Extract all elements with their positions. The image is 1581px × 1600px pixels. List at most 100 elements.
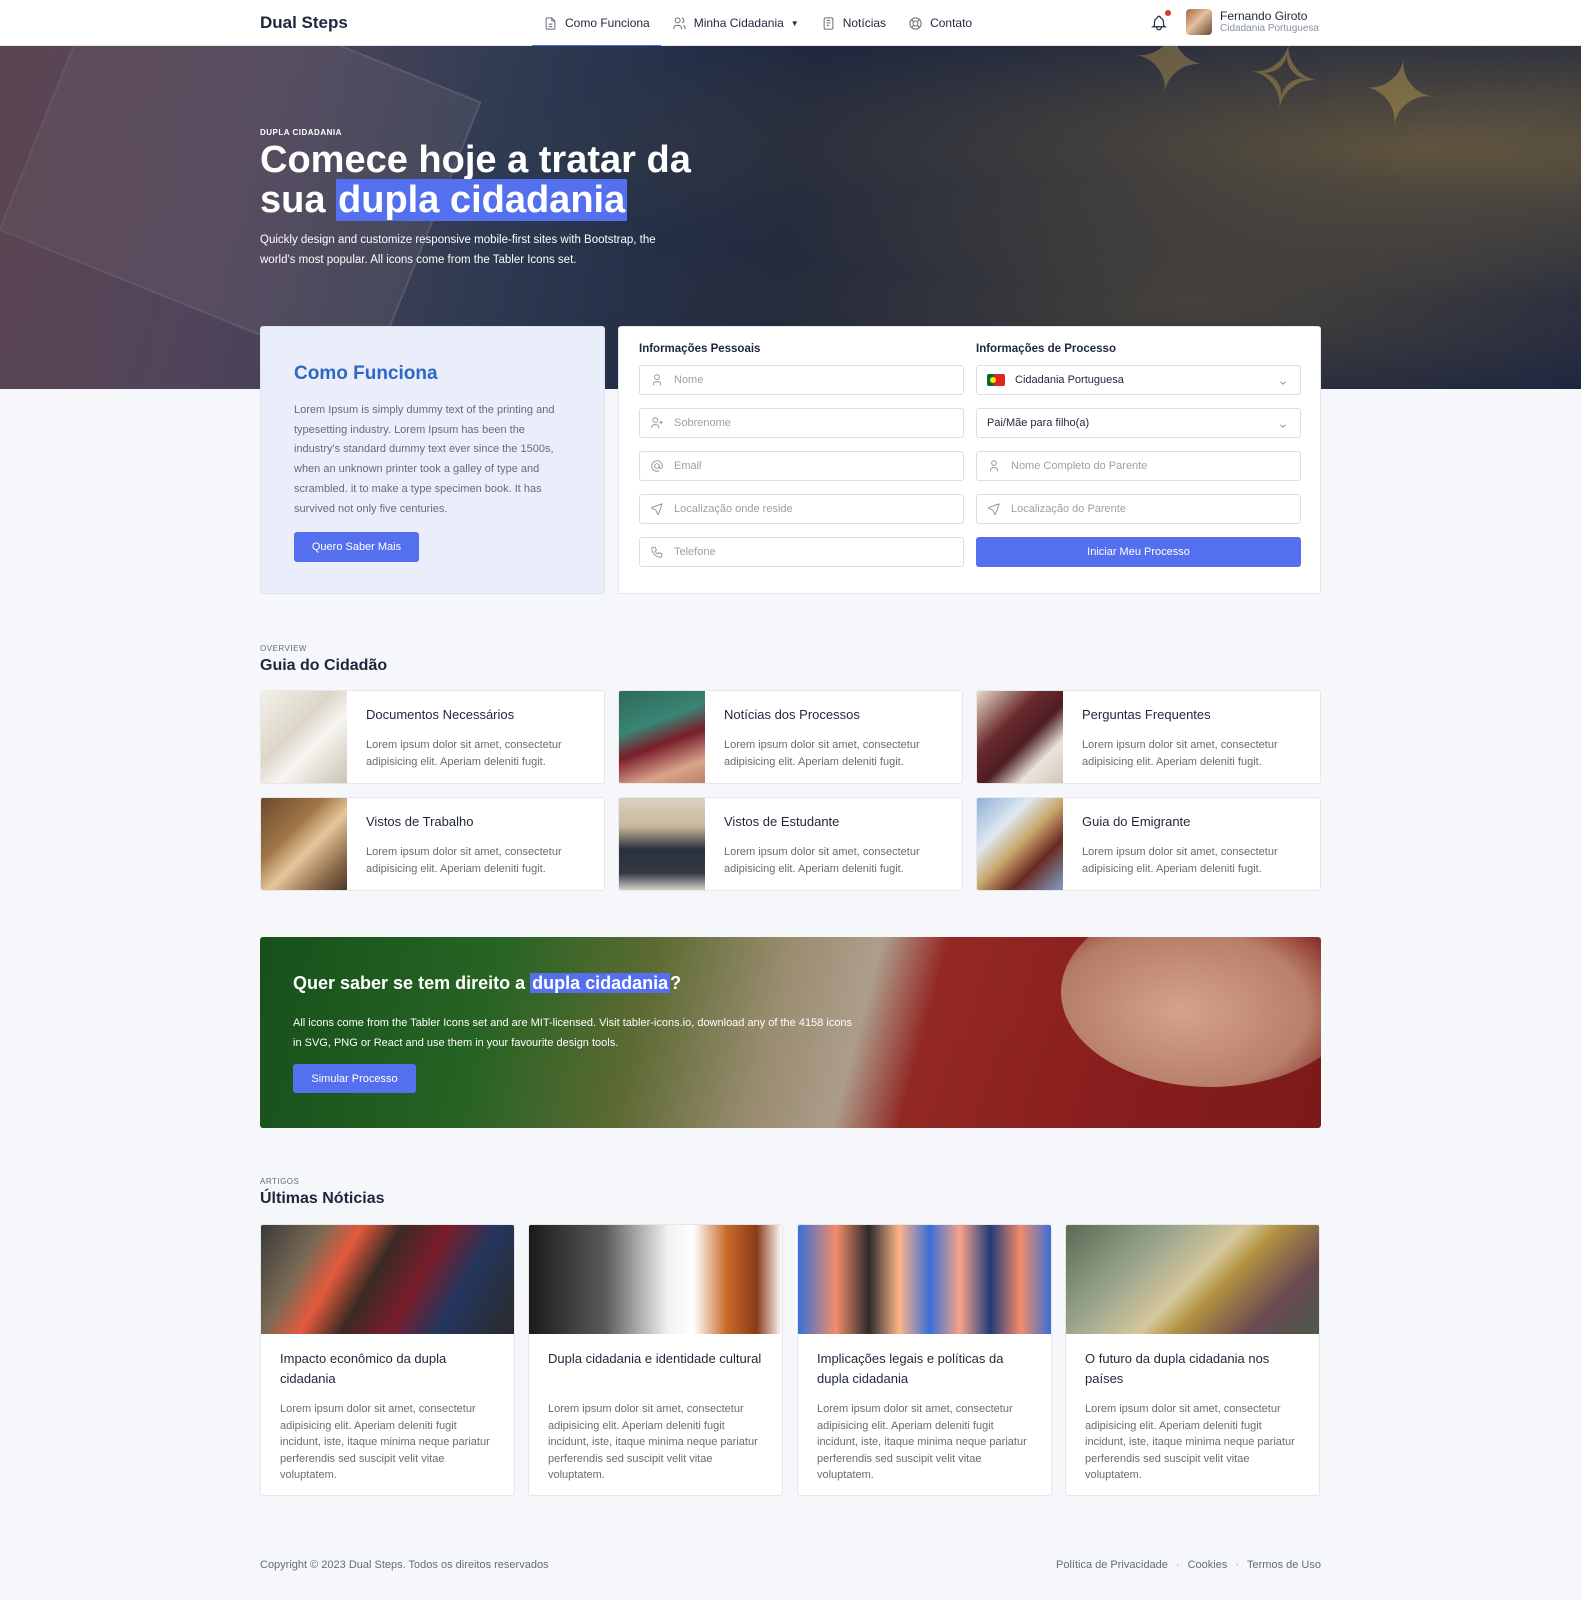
nome-input[interactable]: Nome (639, 365, 964, 395)
guide-card-text: Lorem ipsum dolor sit amet, consectetur … (366, 846, 562, 875)
news-card[interactable]: O futuro da dupla cidadania nos países L… (1065, 1224, 1320, 1496)
nav-contato[interactable]: Contato (897, 0, 983, 46)
documents-image (261, 691, 347, 783)
news-card-text: Lorem ipsum dolor sit amet, consectetur … (280, 1403, 490, 1481)
hero-title-highlight: dupla cidadania (336, 179, 628, 221)
guide-title: Guia do Cidadão (260, 657, 388, 674)
main-nav: Como Funciona Minha Cidadania ▼ Notícias… (532, 0, 983, 47)
hero-kicker: DUPLA CIDADANIA (260, 128, 342, 137)
nav-label: Contato (930, 16, 973, 30)
send-icon (651, 503, 663, 515)
crowd-illustration-image (798, 1225, 1051, 1334)
chevron-down-icon (1278, 375, 1288, 385)
guide-card-text: Lorem ipsum dolor sit amet, consectetur … (1082, 846, 1278, 875)
citizenship-select[interactable]: Cidadania Portuguesa (976, 365, 1301, 395)
nav-label: Notícias (842, 16, 887, 30)
nav-label: Minha Cidadania (693, 16, 784, 30)
news-card[interactable]: Dupla cidadania e identidade cultural Lo… (528, 1224, 783, 1496)
news-kicker: ARTIGOS (260, 1177, 300, 1186)
news-card-title: Implicações legais e políticas da dupla … (817, 1351, 1004, 1386)
guide-card-title: Guia do Emigrante (1082, 814, 1191, 829)
guide-card-text: Lorem ipsum dolor sit amet, consectetur … (724, 739, 920, 768)
copyright-text: Copyright © 2023 Dual Steps. Todos os di… (260, 1559, 549, 1571)
guide-card-perguntas[interactable]: Perguntas Frequentes Lorem ipsum dolor s… (976, 690, 1321, 784)
cta-text: All icons come from the Tabler Icons set… (293, 1017, 853, 1049)
guide-card-text: Lorem ipsum dolor sit amet, consectetur … (366, 739, 562, 768)
passport-hand-image (619, 691, 705, 783)
privacy-link[interactable]: Política de Privacidade (1056, 1559, 1168, 1571)
masks-image (529, 1225, 782, 1334)
user-icon (990, 460, 998, 472)
news-card-text: Lorem ipsum dolor sit amet, consectetur … (1085, 1403, 1295, 1481)
process-info-label: Informações de Processo (976, 343, 1116, 355)
personal-info-label: Informações Pessoais (639, 343, 761, 355)
nav-minha-cidadania[interactable]: Minha Cidadania ▼ (661, 0, 810, 46)
notifications-button[interactable] (1150, 10, 1171, 32)
guide-card-title: Documentos Necessários (366, 707, 515, 722)
iniciar-processo-button[interactable]: Iniciar Meu Processo (976, 537, 1301, 567)
avatar (1186, 9, 1212, 35)
guide-card-title: Notícias dos Processos (724, 707, 860, 722)
personal-info-column: Informações Pessoais Nome Sobrenome Emai… (639, 343, 964, 580)
bell-icon (1150, 15, 1168, 31)
news-card-text: Lorem ipsum dolor sit amet, consectetur … (548, 1403, 758, 1481)
guide-kicker: OVERVIEW (260, 644, 307, 653)
guide-card-text: Lorem ipsum dolor sit amet, consectetur … (1082, 739, 1278, 768)
news-card-title: Dupla cidadania e identidade cultural (548, 1351, 762, 1366)
user-name: Fernando Giroto (1220, 9, 1308, 23)
user-menu[interactable]: Fernando Giroto Cidadania Portuguesa (1186, 9, 1319, 35)
guide-card-noticias[interactable]: Notícias dos Processos Lorem ipsum dolor… (618, 690, 963, 784)
nav-noticias[interactable]: Notícias (810, 0, 897, 46)
top-navbar: Dual Steps Como Funciona Minha Cidadania… (0, 0, 1581, 47)
parent-location-input[interactable]: Localização do Parente (976, 494, 1301, 524)
simular-processo-button[interactable]: Simular Processo (293, 1064, 416, 1093)
passport-ticket-image (977, 691, 1063, 783)
guide-card-vistos-trabalho[interactable]: Vistos de Trabalho Lorem ipsum dolor sit… (260, 797, 605, 891)
guide-card-text: Lorem ipsum dolor sit amet, consectetur … (724, 846, 920, 875)
news-card[interactable]: Impacto econômico da dupla cidadania Lor… (260, 1224, 515, 1496)
footer-links: Política de Privacidade · Cookies · Term… (1056, 1559, 1321, 1571)
portugal-flag-icon (987, 374, 1005, 386)
notification-badge (1165, 10, 1171, 16)
sobrenome-input[interactable]: Sobrenome (639, 408, 964, 438)
news-card-text: Lorem ipsum dolor sit amet, consectetur … (817, 1403, 1027, 1481)
process-form-card: Informações Pessoais Nome Sobrenome Emai… (618, 326, 1321, 594)
hero-description: Quickly design and customize responsive … (260, 234, 656, 266)
user-plus-icon (651, 417, 663, 429)
chevron-down-icon (1278, 418, 1288, 428)
email-input[interactable]: Email (639, 451, 964, 481)
users-icon (673, 16, 686, 29)
card-text: Lorem Ipsum is simply dummy text of the … (294, 404, 555, 515)
como-funciona-card: Como Funciona Lorem Ipsum is simply dumm… (260, 326, 605, 594)
send-icon (988, 503, 1000, 515)
cookies-link[interactable]: Cookies (1188, 1559, 1228, 1571)
guide-card-vistos-estudante[interactable]: Vistos de Estudante Lorem ipsum dolor si… (618, 797, 963, 891)
terms-link[interactable]: Termos de Uso (1247, 1559, 1321, 1571)
cta-banner: Quer saber se tem direito a dupla cidada… (260, 937, 1321, 1128)
guide-card-title: Vistos de Estudante (724, 814, 840, 829)
student-image (619, 798, 705, 890)
nav-como-funciona[interactable]: Como Funciona (532, 0, 661, 47)
phone-icon (651, 546, 663, 558)
caret-down-icon: ▼ (790, 18, 799, 28)
user-subtitle: Cidadania Portuguesa (1220, 23, 1319, 34)
news-title: Últimas Nóticias (260, 1190, 385, 1207)
news-card-title: Impacto econômico da dupla cidadania (280, 1351, 447, 1386)
nav-label: Como Funciona (565, 16, 650, 30)
saber-mais-button[interactable]: Quero Saber Mais (294, 532, 419, 562)
news-card[interactable]: Implicações legais e políticas da dupla … (797, 1224, 1052, 1496)
brand-logo[interactable]: Dual Steps (260, 13, 348, 33)
relation-select[interactable]: Pai/Mãe para filho(a) (976, 408, 1301, 438)
guide-card-title: Vistos de Trabalho (366, 814, 474, 829)
guide-card-emigrante[interactable]: Guia do Emigrante Lorem ipsum dolor sit … (976, 797, 1321, 891)
map-passport-image (977, 798, 1063, 890)
cta-title: Quer saber se tem direito a dupla cidada… (293, 973, 682, 993)
telefone-input[interactable]: Telefone (639, 537, 964, 567)
guide-card-title: Perguntas Frequentes (1082, 707, 1211, 722)
parent-name-input[interactable]: Nome Completo do Parente (976, 451, 1301, 481)
guide-card-documentos[interactable]: Documentos Necessários Lorem ipsum dolor… (260, 690, 605, 784)
cta-title-highlight: dupla cidadania (530, 973, 671, 993)
file-text-icon (545, 16, 556, 30)
localizacao-input[interactable]: Localização onde reside (639, 494, 964, 524)
process-info-column: Informações de Processo Cidadania Portug… (976, 343, 1301, 567)
